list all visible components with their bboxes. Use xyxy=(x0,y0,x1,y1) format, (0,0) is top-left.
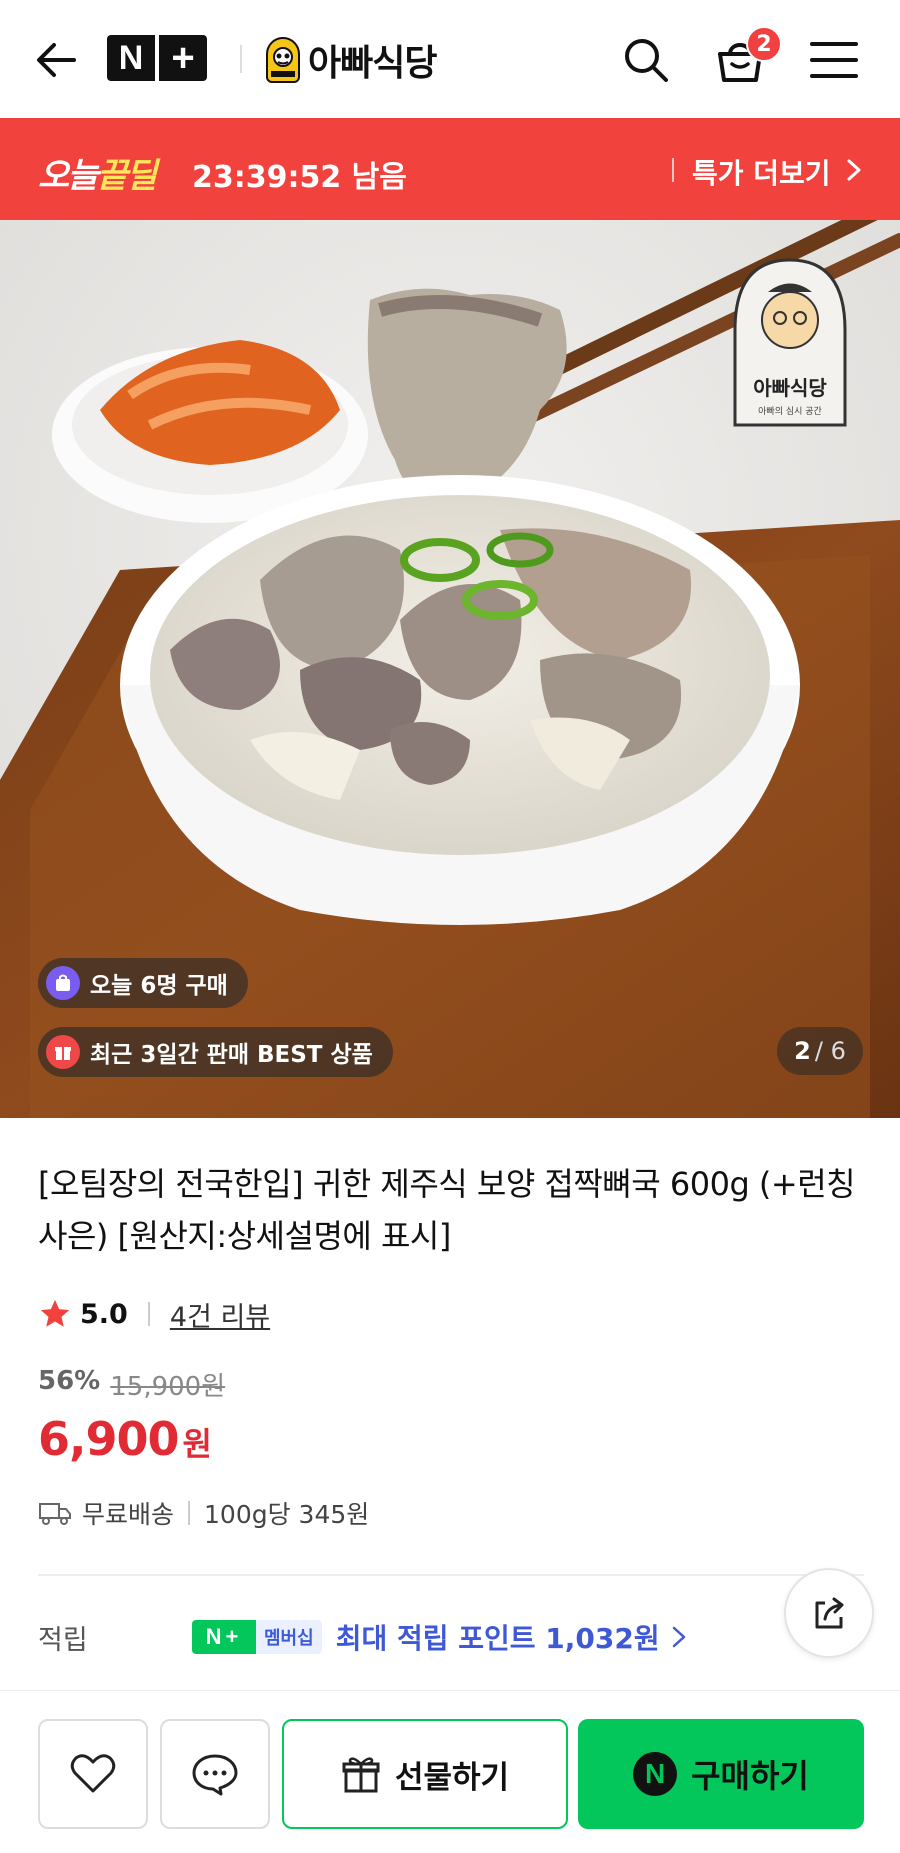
original-price: 15,900원 xyxy=(110,1372,226,1402)
deal-logo: 오늘끝딜 xyxy=(38,156,157,196)
today-deal-banner[interactable]: 오늘끝딜 23:39:52 남음 특가 더보기 xyxy=(0,118,900,220)
shopping-bag-icon xyxy=(46,966,80,1000)
naver-pay-icon: N xyxy=(633,1752,678,1796)
store-link[interactable]: 아빠식당 xyxy=(266,34,437,86)
share-button[interactable] xyxy=(784,1568,874,1658)
search-icon[interactable] xyxy=(622,36,670,84)
rating-value: 5.0 xyxy=(80,1298,128,1330)
bottom-action-bar: 선물하기 N 구매하기 xyxy=(0,1690,900,1853)
points-label: 적립 xyxy=(38,1624,88,1656)
points-row[interactable]: 적립 N+ 멤버십 최대 적립 포인트 1,032원 xyxy=(38,1612,778,1662)
shipping-fee: 무료배송 xyxy=(82,1500,175,1529)
deal-more-link[interactable]: 특가 더보기 xyxy=(692,152,831,192)
share-icon xyxy=(815,1597,844,1629)
back-arrow-icon[interactable] xyxy=(34,38,78,82)
heart-icon xyxy=(70,1754,116,1793)
deal-divider xyxy=(672,158,674,182)
buy-button[interactable]: N 구매하기 xyxy=(578,1719,864,1829)
talktalk-chat-button[interactable] xyxy=(160,1719,270,1829)
deal-countdown: 23:39:52 남음 xyxy=(192,160,407,195)
star-icon xyxy=(40,1299,70,1327)
chevron-right-icon xyxy=(847,159,861,181)
badge-best-seller: 최근 3일간 판매 BEST 상품 xyxy=(38,1027,393,1077)
discount-row: 56% 15,900원 xyxy=(38,1366,225,1403)
gift-icon xyxy=(342,1757,380,1793)
delivery-truck-icon xyxy=(39,1503,71,1525)
gift-label: 선물하기 xyxy=(394,1759,510,1796)
membership-badge: N+ 멤버십 xyxy=(192,1620,322,1654)
price-unit: 원 xyxy=(182,1425,212,1463)
buy-label: 구매하기 xyxy=(691,1757,809,1795)
svg-text:아빠의 심시 공간: 아빠의 심시 공간 xyxy=(758,406,822,417)
gift-box-icon xyxy=(46,1035,80,1069)
svg-text:아빠식당: 아빠식당 xyxy=(753,376,827,400)
header-divider xyxy=(240,45,242,73)
slide-counter: 2/ 6 xyxy=(777,1027,863,1075)
section-divider xyxy=(38,1574,864,1576)
badge-today-purchases: 오늘 6명 구매 xyxy=(38,958,248,1008)
rating-row: 5.0 4건 리뷰 xyxy=(38,1295,270,1334)
product-image-carousel[interactable]: 아빠식당 아빠의 심시 공간 오늘 6명 구매 최근 3일간 판매 BEST 상… xyxy=(0,220,900,1118)
wishlist-button[interactable] xyxy=(38,1719,148,1829)
hamburger-menu-icon[interactable] xyxy=(810,40,858,80)
review-link[interactable]: 4건 리뷰 xyxy=(170,1295,270,1334)
max-points-text: 최대 적립 포인트 1,032원 xyxy=(335,1622,660,1655)
store-logo-icon xyxy=(266,37,300,83)
cart-count-badge: 2 xyxy=(746,26,782,62)
brand-stamp-logo: 아빠식당 아빠의 심시 공간 xyxy=(733,258,847,427)
unit-price: 100g당 345원 xyxy=(204,1500,370,1529)
sale-price: 6,900 원 xyxy=(38,1412,212,1466)
price-value: 6,900 xyxy=(38,1412,180,1466)
discount-percent: 56% xyxy=(38,1366,101,1396)
store-name: 아빠식당 xyxy=(308,43,437,84)
shipping-row: 무료배송 100g당 345원 xyxy=(38,1493,369,1533)
top-header: N + 아빠식당 2 xyxy=(0,0,900,118)
nplus-n-text: N xyxy=(118,38,144,77)
naver-plus-logo[interactable]: N + xyxy=(107,35,207,81)
gift-button[interactable]: 선물하기 xyxy=(282,1719,568,1829)
product-title: [오팀장의 전국한입] 귀한 제주식 보양 접짝뼈국 600g (+런칭사은) … xyxy=(38,1165,856,1255)
nplus-plus-text: + xyxy=(171,35,195,80)
chevron-right-icon xyxy=(672,1626,685,1648)
chat-bubble-icon xyxy=(192,1754,238,1796)
